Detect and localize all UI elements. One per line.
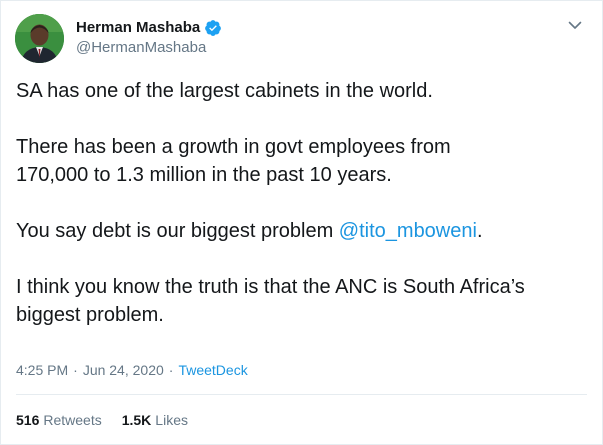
avatar[interactable] [15,13,64,63]
likes-stat[interactable]: 1.5K Likes [122,410,188,430]
handle[interactable]: @HermanMashaba [76,38,222,58]
retweets-count: 516 [16,412,40,428]
retweets-label: Retweets [43,412,102,428]
likes-count: 1.5K [121,412,152,428]
tweet-paragraph: I think you know the truth is that the A… [16,273,586,329]
tweet-date[interactable]: Jun 24, 2020 [83,360,164,380]
meta-separator: · [73,362,78,378]
tweet-line: biggest problem. [16,304,164,326]
divider [16,394,587,395]
tweet-line: You say debt is our biggest problem [16,220,339,242]
tweet-line: 170,000 to 1.3 million in the past 10 ye… [16,164,392,186]
verified-badge-icon [204,19,222,37]
tweet-paragraph: SA has one of the largest cabinets in th… [16,77,586,105]
tweet-line: There has been a growth in govt employee… [16,136,451,158]
tweet-line: I think you know the truth is that the A… [16,276,525,298]
meta-separator: · [168,362,174,378]
likes-label: Likes [155,412,188,428]
retweets-stat[interactable]: 516 Retweets [16,410,102,430]
mention-link[interactable]: @tito_mboweni [339,220,477,242]
tweet-paragraph: You say debt is our biggest problem @tit… [16,217,586,245]
tweet-time[interactable]: 4:25 PM [16,360,68,380]
chevron-down-icon[interactable] [567,17,583,33]
tweet-source-link[interactable]: TweetDeck [178,360,247,380]
tweet-paragraph: There has been a growth in govt employee… [16,133,586,189]
tweet-line: . [476,220,483,242]
tweet-stats: 516 Retweets 1.5K Likes [16,410,188,430]
tweet-text: SA has one of the largest cabinets in th… [16,77,586,329]
display-name[interactable]: Herman Mashaba [76,18,200,38]
tweet-header: Herman Mashaba @HermanMashaba [15,12,222,64]
tweet-card: Herman Mashaba @HermanMashaba SA has one… [0,0,603,445]
author-names: Herman Mashaba @HermanMashaba [76,18,222,58]
name-row: Herman Mashaba [76,18,222,38]
avatar-photo-icon [15,13,64,63]
tweet-line: SA has one of the largest cabinets in th… [16,80,433,102]
tweet-meta: 4:25 PM · Jun 24, 2020 · TweetDeck [16,360,248,380]
